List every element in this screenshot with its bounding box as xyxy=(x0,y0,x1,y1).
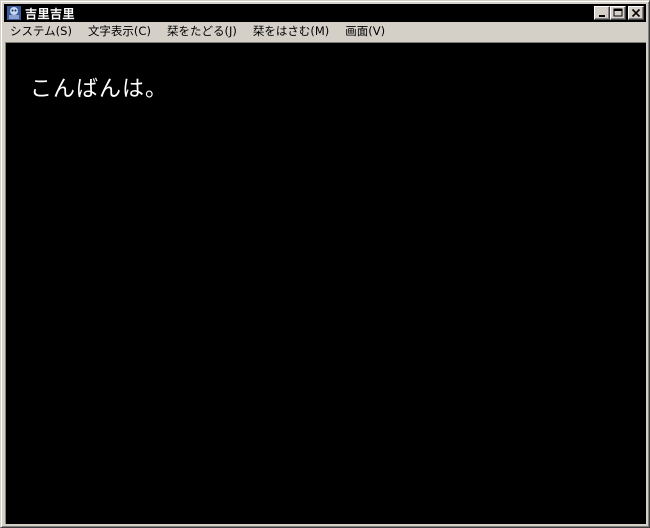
caption-buttons xyxy=(594,6,644,20)
maximize-button[interactable] xyxy=(610,6,626,20)
window-title: 吉里吉里 xyxy=(25,6,76,21)
menu-screen[interactable]: 画面(V) xyxy=(339,22,391,40)
message-text: こんばんは。 xyxy=(30,77,169,102)
close-button[interactable] xyxy=(628,6,644,20)
menu-bar: システム(S) 文字表示(C) 栞をたどる(J) 栞をはさむ(M) 画面(V) xyxy=(4,22,646,40)
application-window: 吉里吉里 システム(S) 文字表示(C) 栞をたどる(J) 栞をはさむ(M) 画… xyxy=(0,0,650,528)
menu-system[interactable]: システム(S) xyxy=(4,22,78,40)
menu-load-bookmark[interactable]: 栞をたどる(J) xyxy=(161,22,243,40)
menu-save-bookmark[interactable]: 栞をはさむ(M) xyxy=(247,22,335,40)
minimize-button[interactable] xyxy=(594,6,610,20)
maximize-icon xyxy=(613,8,623,17)
close-icon xyxy=(631,8,641,18)
kirikiri-app-icon[interactable] xyxy=(6,5,22,21)
menu-text-display[interactable]: 文字表示(C) xyxy=(82,22,157,40)
game-screen[interactable]: こんばんは。 xyxy=(5,42,646,524)
title-bar[interactable]: 吉里吉里 xyxy=(4,4,646,22)
minimize-icon xyxy=(599,15,605,17)
